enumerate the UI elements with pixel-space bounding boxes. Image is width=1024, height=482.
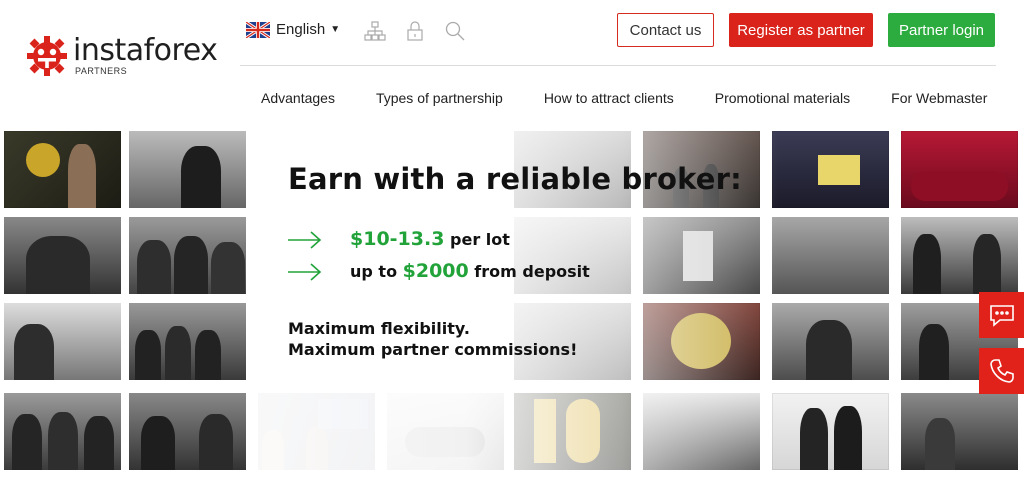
header-divider bbox=[240, 65, 996, 66]
callback-phone-button[interactable] bbox=[979, 348, 1024, 394]
promo-headline: Earn with a reliable broker: bbox=[288, 162, 742, 196]
offer-deposit-suffix: from deposit bbox=[468, 262, 590, 281]
live-chat-button[interactable] bbox=[979, 292, 1024, 338]
main-nav: Advantages Types of partnership How to a… bbox=[261, 90, 987, 106]
offer-from-deposit: up to $2000 from deposit bbox=[350, 260, 590, 282]
nav-item-for-webmaster[interactable]: For Webmaster bbox=[891, 90, 987, 106]
event-photo bbox=[129, 393, 246, 470]
offer-deposit-prefix: up to bbox=[350, 262, 403, 281]
arrow-right-icon bbox=[288, 263, 322, 281]
event-photo bbox=[4, 217, 121, 294]
event-photo bbox=[901, 393, 1018, 470]
lock-icon[interactable] bbox=[404, 20, 426, 42]
uk-flag-icon bbox=[246, 21, 270, 38]
brand-sub: PARTNERS bbox=[75, 66, 128, 76]
gear-logo-icon bbox=[27, 36, 67, 76]
tagline-commissions: Maximum partner commissions! bbox=[288, 340, 578, 359]
language-selector[interactable]: English ▼ bbox=[246, 21, 340, 38]
caret-down-icon: ▼ bbox=[330, 24, 341, 35]
event-photo bbox=[772, 393, 889, 470]
event-photo bbox=[772, 217, 889, 294]
partner-login-button[interactable]: Partner login bbox=[888, 13, 995, 47]
offer-per-lot-value: $10-13.3 bbox=[350, 228, 445, 250]
event-photo bbox=[772, 303, 889, 380]
brand-name: instaforex bbox=[73, 33, 218, 68]
chat-bubble-icon bbox=[989, 305, 1014, 327]
language-label: English bbox=[276, 21, 326, 38]
contact-us-button[interactable]: Contact us bbox=[617, 13, 714, 47]
event-photo bbox=[129, 217, 246, 294]
arrow-right-icon bbox=[288, 231, 322, 249]
sitemap-icon[interactable] bbox=[364, 20, 386, 42]
search-icon[interactable] bbox=[444, 20, 466, 42]
brand-logo[interactable]: instaforex PARTNERS bbox=[25, 33, 218, 78]
event-photo bbox=[129, 131, 246, 208]
nav-item-advantages[interactable]: Advantages bbox=[261, 90, 335, 106]
tagline-flexibility: Maximum flexibility. bbox=[288, 319, 470, 338]
register-as-partner-button[interactable]: Register as partner bbox=[729, 13, 873, 47]
event-photo bbox=[901, 131, 1018, 208]
event-photo bbox=[129, 303, 246, 380]
offer-per-lot: $10-13.3 per lot bbox=[350, 228, 510, 250]
nav-item-types-of-partnership[interactable]: Types of partnership bbox=[376, 90, 503, 106]
nav-item-how-to-attract-clients[interactable]: How to attract clients bbox=[544, 90, 674, 106]
event-photo bbox=[4, 131, 121, 208]
nav-item-promotional-materials[interactable]: Promotional materials bbox=[715, 90, 850, 106]
offer-deposit-value: $2000 bbox=[402, 260, 469, 282]
event-photo bbox=[901, 217, 1018, 294]
promo-taglines: Maximum flexibility. Maximum partner com… bbox=[288, 318, 577, 360]
event-photo bbox=[4, 393, 121, 470]
event-photo bbox=[772, 131, 889, 208]
offer-per-lot-suffix: per lot bbox=[444, 230, 510, 249]
event-photo bbox=[4, 303, 121, 380]
promo-block: Earn with a reliable broker: $10-13.3 pe… bbox=[288, 162, 742, 359]
phone-icon bbox=[989, 359, 1014, 383]
